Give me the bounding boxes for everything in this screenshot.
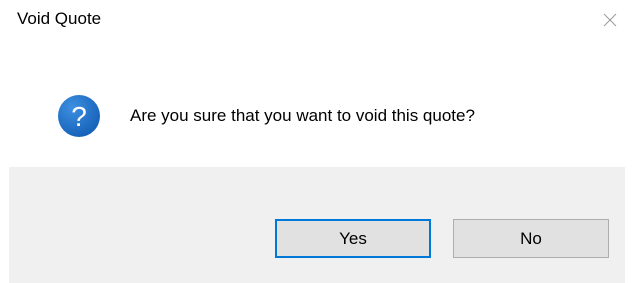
no-button[interactable]: No — [453, 219, 609, 258]
title-bar[interactable]: Void Quote — [0, 0, 633, 40]
confirmation-message: Are you sure that you want to void this … — [130, 106, 475, 125]
close-button[interactable] — [587, 0, 633, 40]
dialog-title: Void Quote — [17, 9, 102, 28]
svg-text:?: ? — [71, 101, 87, 132]
message-area: ? Are you sure that you want to void thi… — [0, 40, 633, 167]
void-quote-dialog: Void Quote ? Are you sure that you want … — [0, 0, 633, 283]
question-icon: ? — [58, 95, 100, 137]
yes-button[interactable]: Yes — [275, 219, 431, 258]
button-bar: Yes No — [9, 167, 625, 283]
close-icon — [603, 13, 617, 27]
